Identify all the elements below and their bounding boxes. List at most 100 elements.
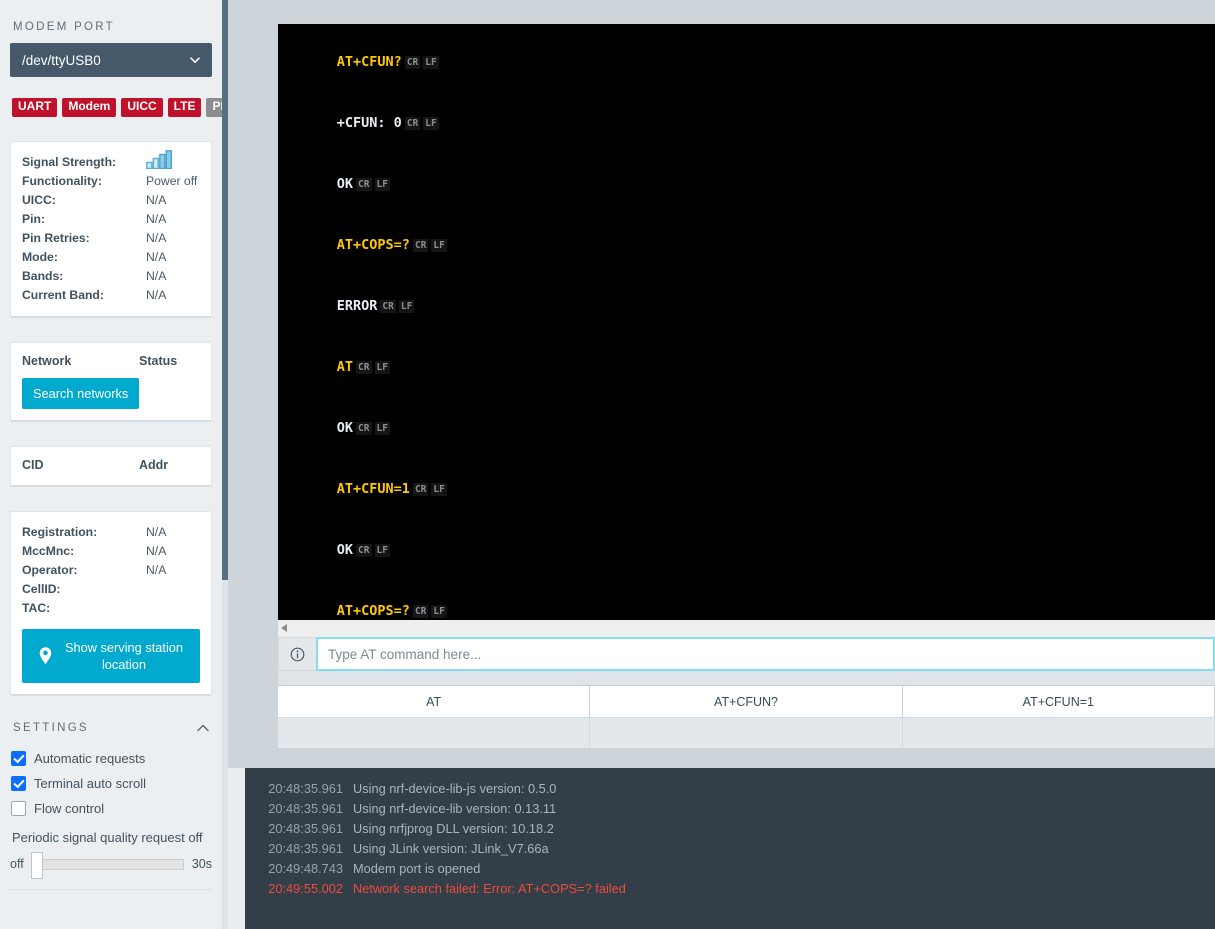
terminal-line-text: AT+COPS=? — [336, 603, 410, 619]
flow-control-checkbox[interactable] — [11, 801, 26, 817]
pin-retries-label: Pin Retries: — [22, 231, 90, 246]
log-message: Network search failed: Error: AT+COPS=? … — [353, 880, 626, 896]
settings-section-header[interactable]: SETTINGS — [13, 722, 210, 734]
shortcut-column: AT+CFUN? — [590, 686, 903, 748]
terminal-line-text: OK — [336, 176, 354, 192]
modem-port-select[interactable]: /dev/ttyUSB0 — [10, 43, 212, 77]
log-message: Using JLink version: JLink_V7.66a — [353, 840, 549, 856]
log-timestamp: 20:48:35.961 — [268, 840, 343, 856]
lf-marker: LF — [431, 239, 447, 252]
shortcut-button-at-cfun-1[interactable]: AT+CFUN=1 — [902, 686, 1215, 717]
log-timestamp: 20:49:55.002 — [268, 880, 343, 896]
terminal-line-text: AT+CFUN=1 — [336, 481, 410, 497]
command-bar — [278, 637, 1215, 671]
cr-marker: CR — [404, 56, 421, 69]
cr-marker: CR — [380, 300, 396, 313]
log-entry: 20:48:35.961 Using nrfjprog DLL version:… — [245, 818, 1215, 838]
cr-marker: CR — [356, 544, 372, 557]
shortcut-cell — [278, 717, 591, 748]
shortcut-column: AT — [278, 686, 591, 748]
scroll-left-arrow-icon[interactable] — [281, 624, 287, 632]
setting-automatic-requests[interactable]: Automatic requests — [11, 746, 212, 771]
cellid-label: CellID: — [22, 582, 61, 597]
automatic-requests-checkbox[interactable] — [11, 751, 26, 767]
status-badge-modem[interactable]: Modem — [62, 98, 117, 117]
search-networks-button[interactable]: Search networks — [22, 377, 140, 409]
terminal-line: +CFUN: 0 CR LF — [288, 93, 1215, 154]
shortcut-cell — [590, 717, 903, 748]
chevron-up-icon[interactable] — [196, 723, 210, 733]
settings-title: SETTINGS — [13, 722, 89, 735]
terminal-line: AT CR LF — [288, 337, 1215, 398]
status-column-header: Status — [139, 353, 178, 368]
registration-row: TAC: — [22, 599, 200, 618]
periodic-signal-quality-slider[interactable]: off 30s — [10, 851, 212, 879]
mccmnc-label: MccMnc: — [22, 544, 75, 559]
app-root: MODEM PORT /dev/ttyUSB0 UART Modem UICC … — [0, 0, 1215, 929]
modem-info-row: Pin Retries: N/A — [22, 229, 200, 248]
cid-card: CID Addr — [10, 445, 212, 487]
status-badge-uicc[interactable]: UICC — [121, 98, 163, 117]
log-message: Using nrfjprog DLL version: 10.18.2 — [353, 820, 554, 836]
command-bar-background — [278, 671, 1215, 685]
current-band-value: N/A — [146, 288, 167, 303]
registration-label: Registration: — [22, 525, 98, 540]
log-entry: 20:49:48.743 Modem port is opened — [245, 858, 1215, 878]
shortcut-button-at[interactable]: AT — [278, 686, 591, 717]
terminal-line-text: ERROR — [336, 298, 378, 314]
shortcuts-footer — [278, 748, 1215, 768]
terminal-output[interactable]: AT+CFUN? CR LF +CFUN: 0 CR LF OK CR LF AT+COPS… — [278, 24, 1215, 620]
network-column-header: Network — [22, 353, 72, 368]
log-message: Using nrf-device-lib version: 0.13.11 — [353, 800, 557, 816]
log-message: Modem port is opened — [353, 860, 481, 876]
log-message: Using nrf-device-lib-js version: 0.5.0 — [353, 780, 557, 796]
bands-value: N/A — [146, 269, 167, 284]
terminal-line: AT+CFUN=1 CR LF — [288, 459, 1215, 520]
cr-marker: CR — [356, 422, 372, 435]
registration-row: Registration: N/A — [22, 523, 200, 542]
automatic-requests-label: Automatic requests — [34, 751, 146, 767]
setting-terminal-auto-scroll[interactable]: Terminal auto scroll — [11, 771, 212, 796]
status-badge-lte[interactable]: LTE — [167, 98, 202, 117]
status-badge-pdn[interactable]: PDN — [206, 98, 222, 117]
status-badge-uart[interactable]: UART — [12, 98, 58, 117]
command-info-button[interactable] — [278, 637, 316, 671]
slider-handle[interactable] — [30, 851, 43, 879]
terminal-line-text: AT — [336, 359, 354, 375]
registration-row: MccMnc: N/A — [22, 542, 200, 561]
log-entry: 20:48:35.961 Using nrf-device-lib-js ver… — [245, 778, 1215, 798]
chevron-down-icon — [190, 57, 200, 63]
log-panel[interactable]: 20:48:35.961 Using nrf-device-lib-js ver… — [245, 768, 1215, 929]
show-serving-station-location-button[interactable]: Show serving station location — [22, 628, 200, 684]
terminal-line-text: OK — [336, 420, 354, 436]
flow-control-label: Flow control — [34, 801, 105, 817]
operator-value: N/A — [146, 563, 167, 578]
terminal-auto-scroll-label: Terminal auto scroll — [34, 776, 146, 792]
network-card: Network Status Search networks — [10, 341, 212, 422]
slider-max-label: 30s — [191, 857, 212, 872]
periodic-signal-quality-label: Periodic signal quality request off — [12, 830, 203, 846]
lf-marker: LF — [423, 56, 439, 69]
current-band-label: Current Band: — [22, 288, 104, 303]
registration-row: Operator: N/A — [22, 561, 200, 580]
at-command-input[interactable] — [316, 637, 1215, 671]
cid-table-header: CID Addr — [22, 458, 200, 472]
terminal-line: AT+COPS=? CR LF — [288, 581, 1215, 620]
modem-port-label: MODEM PORT — [13, 21, 116, 33]
modem-port-value: /dev/ttyUSB0 — [22, 52, 101, 68]
signal-strength-icon — [146, 150, 172, 174]
sidebar-divider — [10, 889, 212, 891]
mode-value: N/A — [146, 250, 167, 265]
terminal-auto-scroll-checkbox[interactable] — [11, 776, 26, 792]
modem-info-row: Signal Strength: — [22, 150, 200, 174]
map-pin-icon — [39, 646, 52, 664]
cr-marker: CR — [356, 361, 372, 374]
pin-retries-value: N/A — [146, 231, 167, 246]
slider-track[interactable] — [30, 851, 184, 879]
lf-marker: LF — [374, 178, 390, 191]
terminal-horizontal-scrollbar[interactable] — [278, 620, 1215, 637]
setting-flow-control[interactable]: Flow control — [11, 796, 212, 821]
pin-value: N/A — [146, 212, 167, 227]
shortcut-button-at-cfun-query[interactable]: AT+CFUN? — [590, 686, 903, 717]
at-command-shortcuts: AT AT+CFUN? AT+CFUN=1 — [278, 685, 1215, 748]
